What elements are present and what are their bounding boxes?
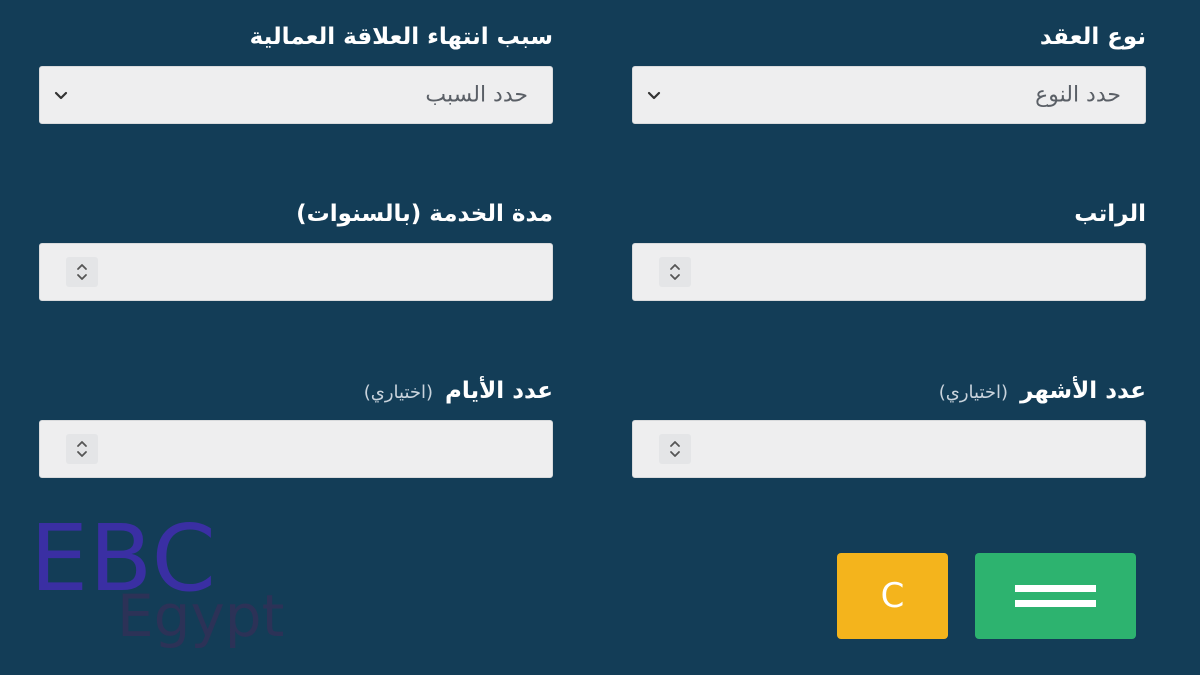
contract-type-value: حدد النوع bbox=[1035, 82, 1121, 108]
watermark-egypt: Egypt bbox=[117, 582, 285, 650]
calculate-button[interactable] bbox=[975, 553, 1136, 639]
months-label: عدد الأشهر bbox=[1020, 378, 1146, 404]
days-optional-hint: (اختياري) bbox=[363, 382, 434, 403]
days-input[interactable] bbox=[39, 420, 553, 478]
service-years-field: مدة الخدمة (بالسنوات) bbox=[39, 201, 553, 301]
months-optional-hint: (اختياري) bbox=[938, 382, 1009, 403]
chevron-down-icon bbox=[54, 91, 68, 100]
termination-reason-select[interactable]: حدد السبب bbox=[39, 66, 553, 124]
termination-reason-label: سبب انتهاء العلاقة العمالية bbox=[249, 24, 553, 50]
service-years-input[interactable] bbox=[39, 243, 553, 301]
chevron-down-icon bbox=[647, 91, 661, 100]
days-label: عدد الأيام bbox=[445, 378, 553, 404]
contract-type-field: نوع العقد حدد النوع bbox=[632, 24, 1146, 124]
spinner-arrows-icon[interactable] bbox=[66, 434, 98, 464]
termination-reason-value: حدد السبب bbox=[425, 82, 528, 108]
termination-reason-field: سبب انتهاء العلاقة العمالية حدد السبب bbox=[39, 24, 553, 124]
clear-button[interactable]: C bbox=[837, 553, 948, 639]
spinner-arrows-icon[interactable] bbox=[659, 434, 691, 464]
calculator-page: نوع العقد حدد النوع سبب انتهاء العلاقة ا… bbox=[0, 0, 1200, 675]
months-input[interactable] bbox=[632, 420, 1146, 478]
months-field: عدد الأشهر (اختياري) bbox=[632, 378, 1146, 478]
spinner-arrows-icon[interactable] bbox=[66, 257, 98, 287]
contract-type-select[interactable]: حدد النوع bbox=[632, 66, 1146, 124]
salary-input[interactable] bbox=[632, 243, 1146, 301]
contract-type-label: نوع العقد bbox=[1039, 24, 1146, 50]
spinner-arrows-icon[interactable] bbox=[659, 257, 691, 287]
salary-label: الراتب bbox=[1074, 201, 1146, 227]
days-field: عدد الأيام (اختياري) bbox=[39, 378, 553, 478]
salary-field: الراتب bbox=[632, 201, 1146, 301]
service-years-label: مدة الخدمة (بالسنوات) bbox=[296, 201, 553, 227]
